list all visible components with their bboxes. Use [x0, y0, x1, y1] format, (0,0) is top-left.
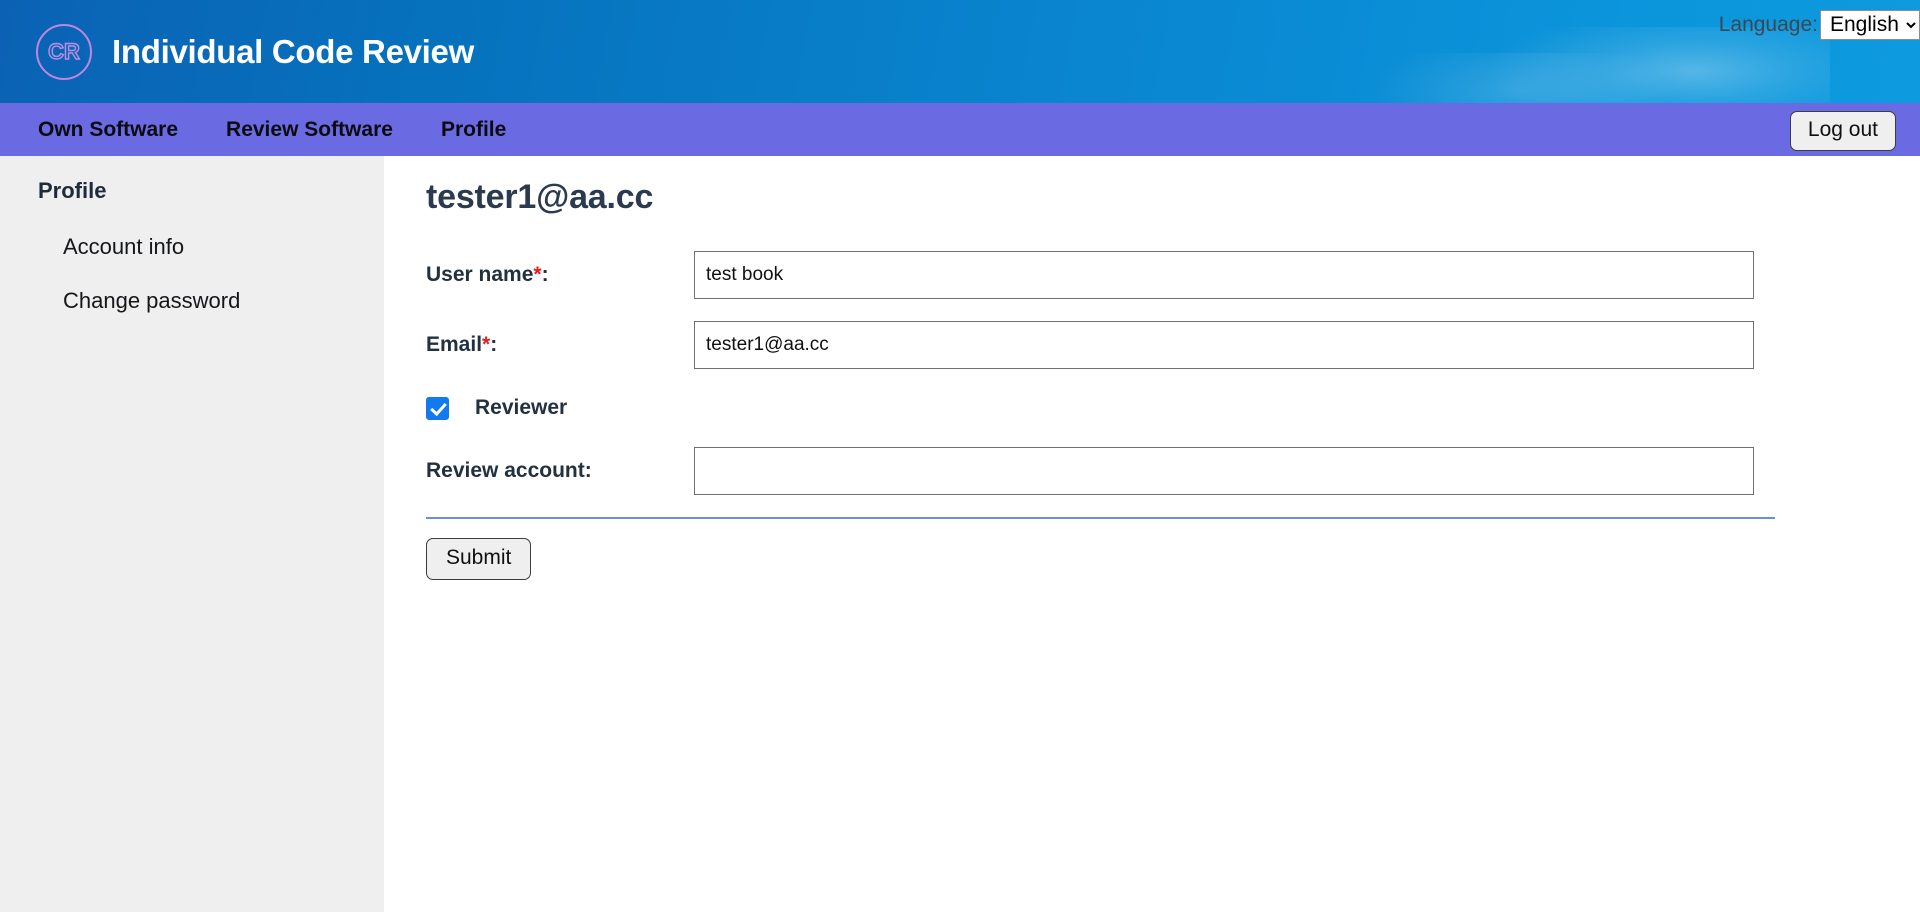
- nav-items: Own Software Review Software Profile: [0, 118, 506, 142]
- sidebar: Profile Account info Change password: [0, 156, 384, 912]
- email-label: Email*:: [421, 333, 694, 357]
- language-switcher[interactable]: Language: English: [1719, 10, 1920, 40]
- svg-text:CR: CR: [48, 39, 80, 64]
- form-row-email: Email*:: [421, 321, 1920, 369]
- reviewer-checkbox-label[interactable]: Reviewer: [475, 396, 567, 420]
- submit-button[interactable]: Submit: [426, 538, 532, 581]
- main-navbar: Own Software Review Software Profile Log…: [0, 103, 1920, 156]
- sidebar-item-account-info[interactable]: Account info: [0, 234, 384, 260]
- reviewer-checkbox[interactable]: [426, 396, 449, 420]
- email-label-text: Email: [426, 333, 483, 356]
- page-body: Profile Account info Change password tes…: [0, 156, 1920, 912]
- app-header: CR Individual Code Review Language: Engl…: [0, 0, 1920, 103]
- form-divider: [426, 517, 1775, 519]
- page-title: tester1@aa.cc: [426, 178, 654, 216]
- reviewer-checkbox-row: Reviewer: [421, 391, 1920, 425]
- email-input[interactable]: [694, 321, 1754, 369]
- user-name-label-text: User name: [426, 263, 534, 286]
- form-row-user-name: User name*:: [421, 251, 1920, 299]
- form-row-review-account: Review account:: [421, 447, 1920, 495]
- required-asterisk: *: [482, 333, 491, 356]
- header-cloud-decoration-secondary: [1370, 53, 1670, 103]
- language-label: Language:: [1718, 13, 1818, 36]
- required-asterisk: *: [533, 263, 542, 286]
- app-title: Individual Code Review: [112, 32, 474, 70]
- nav-item-review-software[interactable]: Review Software: [226, 118, 393, 142]
- logout-button[interactable]: Log out: [1789, 111, 1896, 152]
- nav-item-own-software[interactable]: Own Software: [38, 118, 178, 142]
- review-account-input[interactable]: [694, 447, 1754, 495]
- circle-monogram-icon: CR: [36, 23, 92, 80]
- user-name-label: User name*:: [421, 263, 694, 287]
- user-name-input[interactable]: [694, 251, 1754, 299]
- label-colon: :: [541, 263, 549, 286]
- sidebar-item-change-password[interactable]: Change password: [0, 288, 384, 314]
- main-content: tester1@aa.cc User name*: Email*: Review…: [384, 156, 1920, 912]
- sidebar-title: Profile: [38, 178, 107, 203]
- brand: CR Individual Code Review: [36, 0, 474, 103]
- label-colon: :: [490, 333, 498, 356]
- review-account-label: Review account:: [426, 459, 592, 482]
- language-select[interactable]: English: [1820, 10, 1920, 40]
- nav-item-profile[interactable]: Profile: [441, 118, 506, 142]
